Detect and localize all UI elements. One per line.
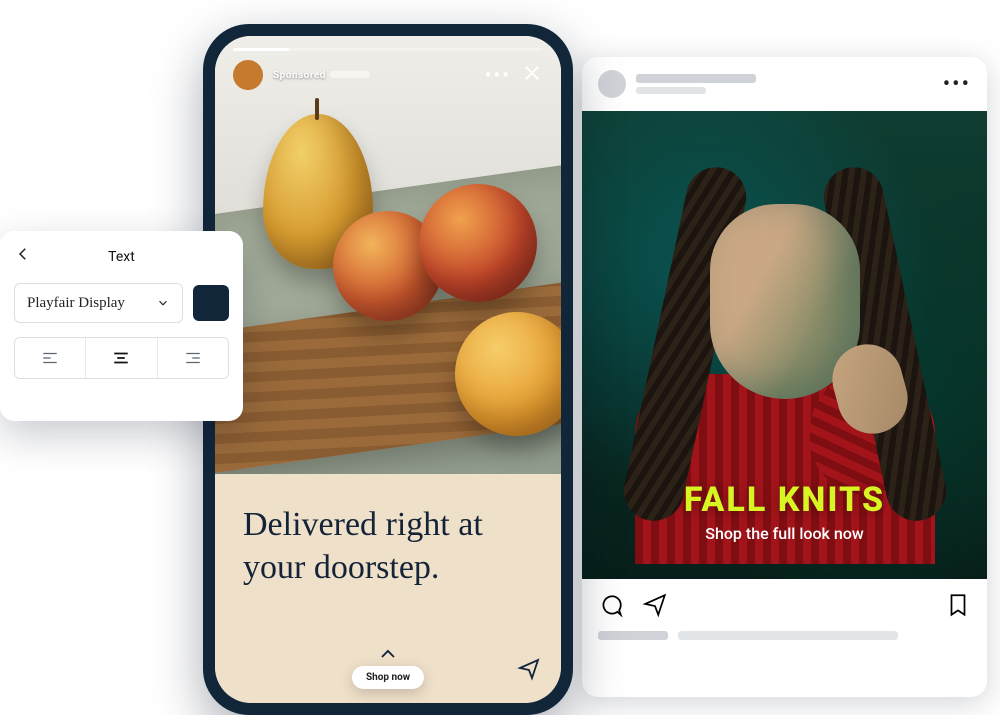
chevron-up-icon [379,645,397,664]
bookmark-icon[interactable] [945,592,971,618]
chevron-down-icon [156,296,170,310]
feed-caption-row [582,631,987,654]
send-icon[interactable] [517,657,541,685]
feed-username-block [636,74,756,94]
share-icon[interactable] [642,592,668,618]
feed-more-button[interactable]: ••• [943,72,971,97]
text-color-swatch[interactable] [193,285,229,321]
feed-subtext-placeholder [636,87,706,94]
text-align-group [14,337,229,379]
story-headline: Delivered right at your doorstep. [243,504,533,589]
font-family-value: Playfair Display [27,295,125,312]
text-editor-panel: Text Playfair Display [0,231,243,421]
feed-image[interactable]: FALL KNITS Shop the full look now [582,111,987,579]
story-progress-bar[interactable] [233,48,543,51]
comment-icon[interactable] [598,592,624,618]
close-icon[interactable] [521,62,543,88]
feed-post-card: ••• FALL KNITS Shop the full look now [582,57,987,697]
story-screen: Sponsored ••• Delivered right at your do… [215,36,561,703]
feed-overlay-tagline: Shop the full look now [582,524,987,543]
story-cta[interactable]: Shop now [352,645,424,689]
shop-now-button[interactable]: Shop now [352,666,424,689]
feed-avatar[interactable] [598,70,626,98]
panel-title: Text [108,249,135,265]
feed-username-placeholder [636,74,756,83]
align-center-button[interactable] [85,338,156,378]
story-header: Sponsored ••• [215,36,561,100]
font-family-select[interactable]: Playfair Display [14,283,183,323]
fruit-apple-2 [419,184,537,302]
align-right-button[interactable] [157,338,228,378]
story-avatar[interactable] [233,60,263,90]
feed-header: ••• [582,57,987,111]
feed-overlay-title: FALL KNITS [582,480,987,520]
story-more-button[interactable]: ••• [485,63,511,87]
feed-caption-text-placeholder [678,631,898,640]
story-photo[interactable] [215,36,561,474]
feed-caption-name-placeholder [598,631,668,640]
phone-frame: Sponsored ••• Delivered right at your do… [203,24,573,715]
align-left-button[interactable] [15,338,85,378]
back-button[interactable] [14,245,32,267]
story-sponsored-label: Sponsored [273,70,370,81]
feed-action-bar [582,579,987,631]
feed-overlay-text: FALL KNITS Shop the full look now [582,480,987,543]
